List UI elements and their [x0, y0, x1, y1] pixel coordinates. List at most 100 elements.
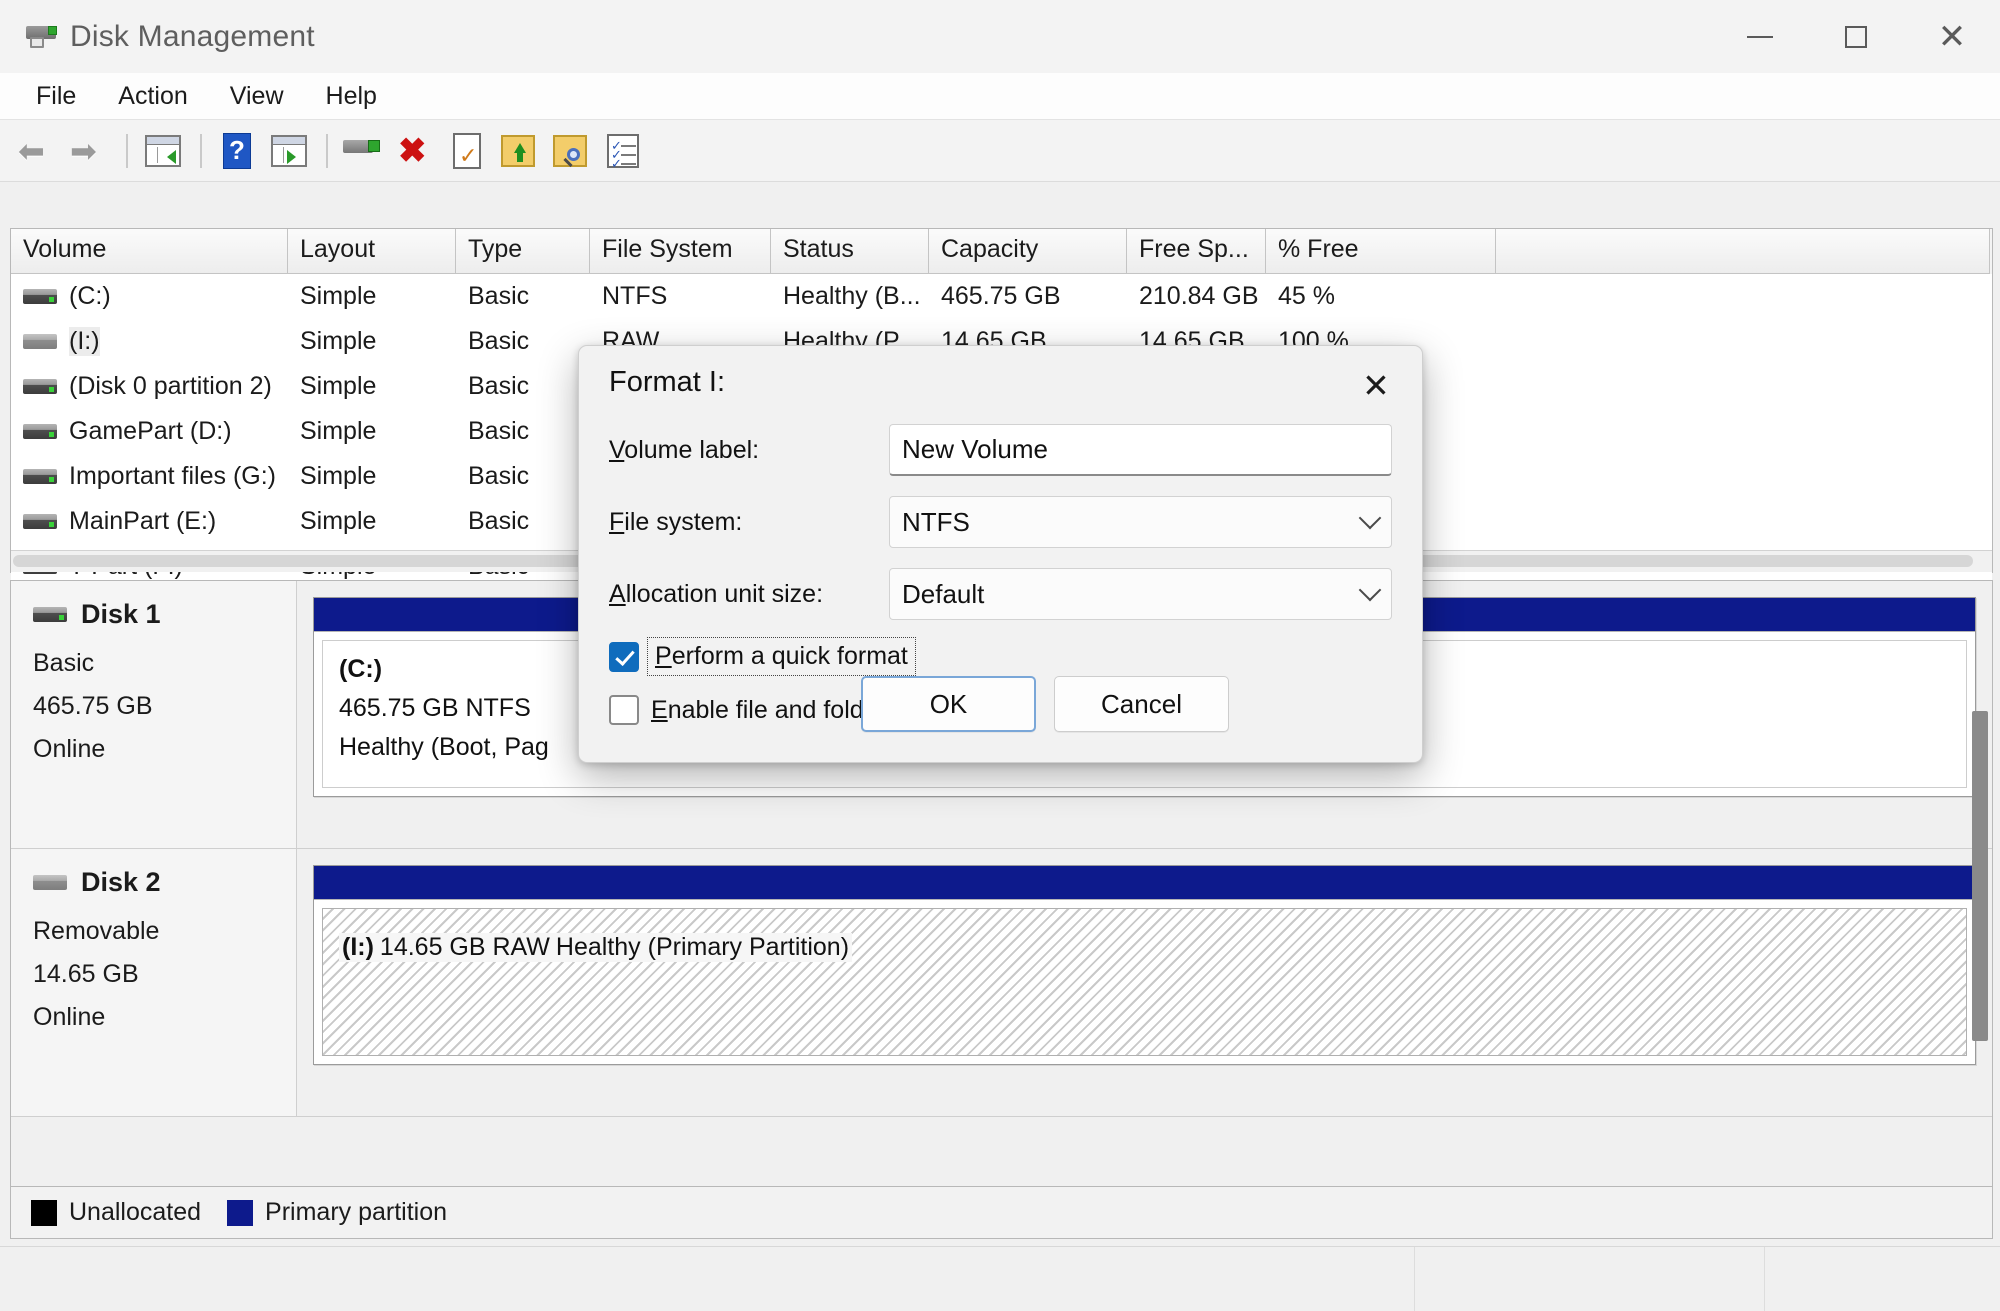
quick-format-label[interactable]: Perform a quick format	[647, 637, 916, 676]
partition-label: (I:)	[339, 933, 377, 962]
partition-color-bar	[314, 866, 1975, 900]
close-icon[interactable]: ✕	[1904, 0, 2000, 73]
compression-checkbox[interactable]	[609, 695, 639, 725]
drive-icon	[23, 469, 57, 484]
column-header-file-system[interactable]: File System	[590, 229, 771, 274]
disk-type: Basic	[33, 649, 95, 677]
column-header-layout[interactable]: Layout	[288, 229, 456, 274]
cell-status: Healthy (B...	[783, 282, 921, 310]
cell-layout: Simple	[300, 327, 377, 355]
drive-icon	[23, 424, 57, 439]
disk-info-1[interactable]: Disk 1 Basic 465.75 GB Online	[11, 581, 297, 848]
partition-status: Healthy (Primary Partition)	[552, 933, 853, 962]
show-action-pane-icon[interactable]	[264, 128, 314, 174]
cell-layout: Simple	[300, 372, 377, 400]
file-system-value: NTFS	[902, 506, 970, 537]
disk-size: 14.65 GB	[33, 960, 139, 988]
menu-item-view[interactable]: View	[212, 80, 302, 113]
graphical-view-vertical-scrollbar[interactable]	[1972, 711, 1988, 1041]
cell-volume-text: Important files (G:)	[69, 462, 276, 490]
chevron-down-icon	[1358, 578, 1382, 602]
cell-volume-text: MainPart (E:)	[69, 507, 217, 535]
minimize-button[interactable]	[1712, 0, 1808, 73]
cell-capacity: 465.75 GB	[941, 282, 1061, 310]
disk-name: Disk 1	[81, 599, 161, 629]
partition-details: (I:) 14.65 GB RAW Healthy (Primary Partiti…	[322, 908, 1967, 1056]
cell-volume: (C:)	[11, 282, 288, 311]
quick-format-row[interactable]: Perform a quick format	[609, 637, 916, 676]
column-header-type[interactable]: Type	[456, 229, 590, 274]
legend-item-0: Unallocated	[31, 1198, 201, 1227]
cell-volume-text: (C:)	[69, 282, 111, 310]
partition-block[interactable]: (I:) 14.65 GB RAW Healthy (Primary Partiti…	[313, 865, 1976, 1065]
show-console-tree-icon[interactable]	[138, 128, 188, 174]
cell-volume: Important files (G:)	[11, 462, 288, 491]
cell-volume: MainPart (E:)	[11, 507, 288, 536]
rescan-disks-icon[interactable]	[338, 128, 388, 174]
cell-percent-free: 45 %	[1278, 282, 1335, 310]
allocation-unit-row: Allocation unit size: Default	[609, 568, 1392, 620]
column-header-free-sp[interactable]: Free Sp...	[1127, 229, 1266, 274]
cell-layout: Simple	[300, 417, 377, 445]
column-header-volume[interactable]: Volume	[11, 229, 288, 274]
cell-volume: (Disk 0 partition 2)	[11, 372, 288, 401]
file-system-select[interactable]: NTFS	[889, 496, 1392, 548]
disk-type: Removable	[33, 917, 160, 945]
toolbar-separator	[126, 133, 128, 168]
drive-icon	[33, 875, 67, 890]
volume-list-header: Volume Layout Type File System Status Capacit…	[11, 229, 1992, 274]
disk-row-2[interactable]: Disk 2 Removable 14.65 GB Online (I:) 14.65 G…	[11, 849, 1992, 1117]
back-arrow-icon[interactable]: ⬅	[12, 128, 62, 174]
checklist-icon[interactable]: ✓ ✓ ✓	[598, 128, 648, 174]
cell-type: Basic	[468, 417, 530, 445]
ok-button[interactable]: OK	[861, 676, 1036, 732]
column-header-capacity[interactable]: Capacity	[929, 229, 1127, 274]
status-bar	[0, 1246, 2000, 1311]
cell-type: Basic	[468, 372, 530, 400]
toolbar-separator	[326, 133, 328, 168]
cell-free-space: 210.84 GB	[1139, 282, 1259, 310]
delete-icon[interactable]: ✖	[390, 128, 440, 174]
quick-format-checkbox[interactable]	[609, 641, 639, 672]
legend: Unallocated Primary partition	[10, 1187, 1993, 1239]
column-header-free[interactable]: % Free	[1266, 229, 1496, 274]
dialog-title: Format I:	[609, 366, 726, 398]
column-header-blank[interactable]	[1496, 229, 1990, 274]
drive-icon	[23, 514, 57, 529]
legend-swatch	[31, 1199, 57, 1226]
export-list-icon[interactable]	[494, 128, 544, 174]
disk-info-2[interactable]: Disk 2 Removable 14.65 GB Online	[11, 849, 297, 1116]
cell-volume-text: (I:)	[69, 327, 100, 356]
disk-size: 465.75 GB	[33, 692, 153, 720]
help-icon[interactable]: ?	[212, 128, 262, 174]
file-system-row: File system: NTFS	[609, 496, 1392, 548]
properties-icon[interactable]: ✓	[442, 128, 492, 174]
volume-label-label: Volume label:	[609, 435, 760, 464]
cancel-button[interactable]: Cancel	[1054, 676, 1229, 732]
menu-item-help[interactable]: Help	[308, 80, 395, 113]
volume-label-input[interactable]	[889, 424, 1392, 476]
window-titlebar: Disk Management ✕	[0, 0, 2000, 73]
legend-swatch	[227, 1199, 254, 1226]
disk-status: Online	[33, 1003, 106, 1031]
forward-arrow-icon[interactable]: ➡	[64, 128, 114, 174]
allocation-unit-select[interactable]: Default	[889, 568, 1392, 620]
drive-icon-removable	[23, 334, 57, 349]
menu-item-file[interactable]: File	[18, 80, 94, 113]
cell-type: Basic	[468, 282, 530, 310]
cell-volume-text: (Disk 0 partition 2)	[69, 372, 272, 400]
maximize-button[interactable]	[1808, 0, 1904, 73]
menu-item-action[interactable]: Action	[100, 80, 205, 113]
allocation-unit-label: Allocation unit size:	[609, 579, 824, 608]
cell-volume-text: GamePart (D:)	[69, 417, 232, 445]
table-row[interactable]: (C:) Simple Basic NTFS Healthy (B... 465.75 G…	[11, 274, 1992, 319]
cell-layout: Simple	[300, 462, 377, 490]
legend-item-1: Primary partition	[227, 1198, 447, 1227]
toolbar-separator	[200, 133, 202, 168]
volume-label-row: Volume label:	[609, 424, 1392, 476]
drive-icon	[23, 379, 57, 394]
partition-size-fs: 14.65 GB RAW	[376, 933, 553, 962]
find-icon[interactable]	[546, 128, 596, 174]
close-icon[interactable]: ✕	[1348, 360, 1404, 410]
column-header-status[interactable]: Status	[771, 229, 929, 274]
